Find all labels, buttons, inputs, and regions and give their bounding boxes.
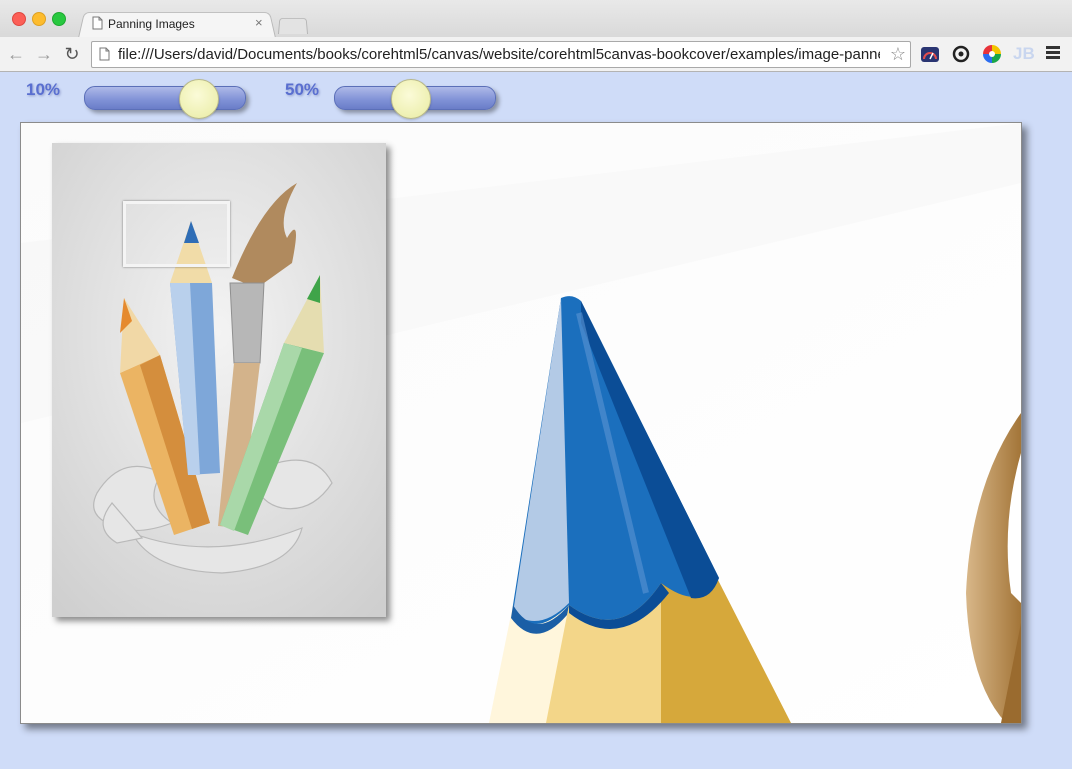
back-arrow-icon[interactable]: ←: [6, 44, 26, 64]
browser-tab-content[interactable]: Panning Images ×: [92, 12, 272, 37]
bookmark-star-icon[interactable]: ☆: [890, 44, 906, 65]
overview-viewport-rectangle[interactable]: [123, 201, 230, 267]
zoom-slider[interactable]: [334, 79, 496, 119]
window-titlebar: Panning Images ×: [0, 0, 1072, 39]
chromecast-sync-icon[interactable]: [951, 44, 971, 64]
zoom-slider-knob[interactable]: [391, 79, 431, 119]
address-bar[interactable]: file:///Users/david/Documents/books/core…: [91, 41, 911, 68]
minimize-window-button[interactable]: [32, 12, 46, 26]
page-icon: [99, 47, 110, 61]
maximize-window-button[interactable]: [52, 12, 66, 26]
overview-scale-slider-knob[interactable]: [179, 79, 219, 119]
tab-title: Panning Images: [108, 17, 195, 31]
url-text[interactable]: file:///Users/david/Documents/books/core…: [118, 46, 880, 63]
overview-scale-slider[interactable]: [84, 79, 246, 119]
page-icon: [92, 16, 103, 30]
forward-arrow-icon[interactable]: →: [34, 44, 54, 64]
reload-icon[interactable]: ↻: [62, 44, 82, 64]
tab-close-icon[interactable]: ×: [255, 15, 263, 30]
new-tab-button[interactable]: [278, 17, 308, 34]
zoom-label: 50%: [285, 80, 320, 99]
overview-scale-label: 10%: [26, 80, 61, 99]
browser-toolbar: ← → ↻ file:///Users/david/Documents/book…: [0, 37, 1072, 72]
color-picker-icon[interactable]: [982, 44, 1002, 64]
panning-canvas[interactable]: [20, 122, 1022, 724]
jetbrains-extension-icon[interactable]: JB: [1013, 44, 1035, 64]
speed-tracer-icon[interactable]: [920, 44, 940, 64]
menu-hamburger-icon[interactable]: [1046, 44, 1060, 62]
overview-thumbnail[interactable]: [52, 143, 386, 617]
close-window-button[interactable]: [12, 12, 26, 26]
